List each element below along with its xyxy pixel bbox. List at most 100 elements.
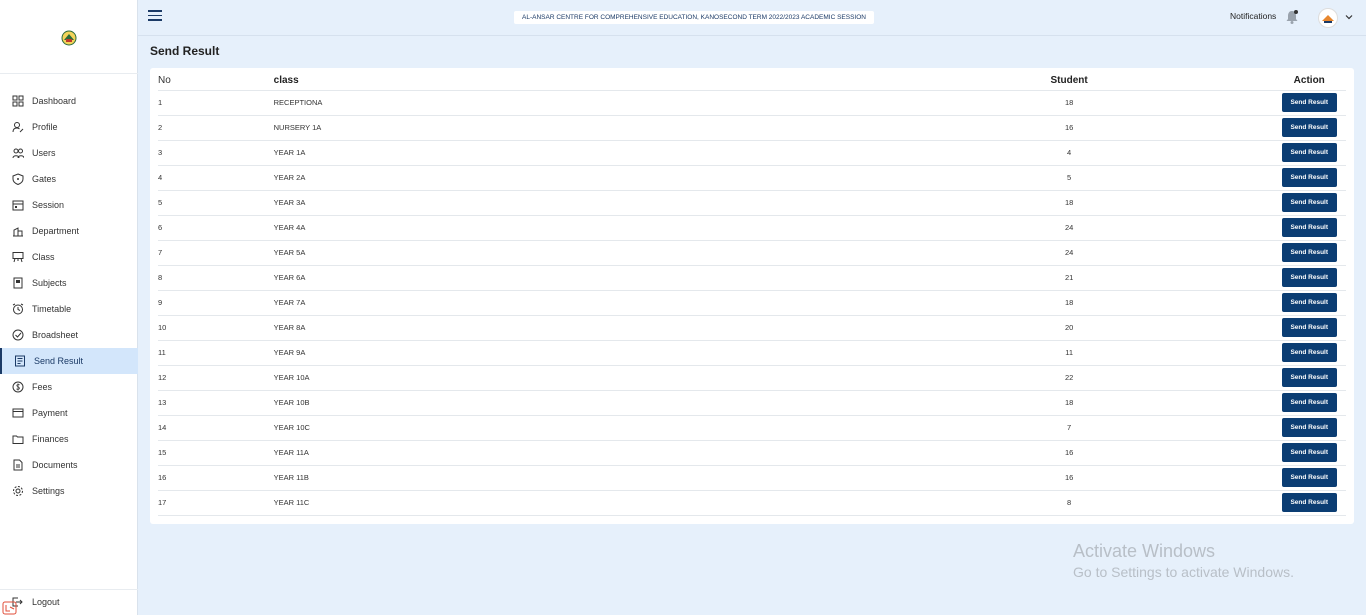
column-header-action: Action — [1281, 71, 1346, 91]
row-number: 11 — [158, 340, 274, 366]
sidebar-item-label: Dashboard — [32, 96, 77, 106]
logout-button[interactable]: Logout — [0, 595, 138, 609]
sidebar-item-fees[interactable]: Fees — [0, 374, 138, 400]
table-row: 1 RECEPTIONA 18 Send Result — [158, 90, 1346, 116]
sidebar-item-label: Timetable — [32, 304, 72, 314]
sidebar-item-subjects[interactable]: Subjects — [0, 270, 138, 296]
sidebar-item-label: Send Result — [34, 356, 84, 366]
row-action: Send Result — [1281, 265, 1346, 291]
bell-icon[interactable] — [1284, 9, 1300, 25]
send-result-button[interactable]: Send Result — [1281, 368, 1337, 387]
send-result-button[interactable]: Send Result — [1281, 143, 1337, 162]
notifications-label[interactable]: Notifications — [1230, 11, 1276, 21]
row-class: YEAR 3A — [273, 190, 857, 216]
row-class: YEAR 1A — [273, 140, 857, 166]
sidebar-item-dashboard[interactable]: Dashboard — [0, 88, 138, 114]
send-result-button[interactable]: Send Result — [1281, 118, 1337, 137]
watermark-line2: Go to Settings to activate Windows. — [1073, 564, 1294, 580]
row-number: 3 — [158, 140, 274, 166]
send-result-button[interactable]: Send Result — [1281, 418, 1337, 437]
row-number: 5 — [158, 190, 274, 216]
send-result-button[interactable]: Send Result — [1281, 243, 1337, 262]
table-row: 4 YEAR 2A 5 Send Result — [158, 165, 1346, 191]
row-number: 6 — [158, 215, 274, 241]
send-result-button[interactable]: Send Result — [1281, 218, 1337, 237]
sidebar-item-department[interactable]: Department — [0, 218, 138, 244]
row-class: NURSERY 1A — [273, 115, 857, 141]
send-result-button[interactable]: Send Result — [1281, 468, 1337, 487]
row-student-count: 18 — [856, 290, 1282, 316]
action-header-label: Action — [1293, 74, 1325, 86]
hamburger-menu-icon[interactable] — [148, 10, 162, 22]
send-result-button[interactable]: Send Result — [1281, 443, 1337, 462]
sidebar-item-payment[interactable]: Payment — [0, 400, 138, 426]
row-class: YEAR 2A — [273, 165, 857, 191]
row-action: Send Result — [1281, 365, 1346, 391]
sidebar-item-settings[interactable]: Settings — [0, 478, 138, 504]
row-class: YEAR 9A — [273, 340, 857, 366]
school-avatar-icon — [1322, 15, 1334, 23]
row-class: YEAR 4A — [273, 215, 857, 241]
send-result-button[interactable]: Send Result — [1281, 168, 1337, 187]
table-row: 7 YEAR 5A 24 Send Result — [158, 240, 1346, 266]
send-result-button[interactable]: Send Result — [1281, 393, 1337, 412]
row-student-count: 20 — [856, 315, 1282, 341]
row-student-count: 18 — [856, 190, 1282, 216]
sidebar-item-finances[interactable]: Finances — [0, 426, 138, 452]
chevron-down-icon[interactable] — [1344, 12, 1354, 22]
row-student-count: 8 — [856, 490, 1282, 516]
row-student-count: 5 — [856, 165, 1282, 191]
send-result-button[interactable]: Send Result — [1281, 343, 1337, 362]
sidebar-item-label: Profile — [32, 122, 58, 132]
row-student-count: 24 — [856, 215, 1282, 241]
send-result-button[interactable]: Send Result — [1281, 193, 1337, 212]
send-result-button[interactable]: Send Result — [1281, 493, 1337, 512]
row-class: YEAR 10C — [273, 415, 857, 441]
row-action: Send Result — [1281, 465, 1346, 491]
sidebar-item-send-result[interactable]: Send Result — [0, 348, 138, 374]
sidebar-item-profile[interactable]: Profile — [0, 114, 138, 140]
sidebar-item-class[interactable]: Class — [0, 244, 138, 270]
sidebar-item-gates[interactable]: Gates — [0, 166, 138, 192]
sidebar-item-timetable[interactable]: Timetable — [0, 296, 138, 322]
results-card: No class Student Action 1 RECEPTIONA 18 Sen… — [150, 68, 1354, 524]
sidebar-item-users[interactable]: Users — [0, 140, 138, 166]
row-class: YEAR 10A — [273, 365, 857, 391]
sidebar-item-label: Documents — [32, 460, 78, 470]
send-result-button[interactable]: Send Result — [1281, 268, 1337, 287]
sidebar-item-documents[interactable]: Documents — [0, 452, 138, 478]
avatar[interactable] — [1318, 8, 1338, 28]
sidebar-item-session[interactable]: Session — [0, 192, 138, 218]
row-class: YEAR 11A — [273, 440, 857, 466]
sidebar-item-broadsheet[interactable]: Broadsheet — [0, 322, 138, 348]
laravel-icon — [2, 601, 17, 615]
send-result-button[interactable]: Send Result — [1281, 318, 1337, 337]
row-number: 10 — [158, 315, 274, 341]
row-student-count: 22 — [856, 365, 1282, 391]
table-row: 3 YEAR 1A 4 Send Result — [158, 140, 1346, 166]
row-action: Send Result — [1281, 340, 1346, 366]
sidebar-item-label: Session — [32, 200, 65, 210]
watermark-line1: Activate Windows — [1073, 541, 1216, 561]
school-name: AL-ANSAR CENTRE FOR COMPREHENSIVE EDUCAT… — [522, 14, 720, 21]
row-number: 1 — [158, 90, 274, 116]
row-class: RECEPTIONA — [273, 90, 857, 116]
dashboard-icon — [11, 95, 24, 108]
row-action: Send Result — [1281, 190, 1346, 216]
school-logo-icon[interactable] — [61, 30, 77, 46]
send-result-button[interactable]: Send Result — [1281, 93, 1337, 112]
row-class: YEAR 11C — [273, 490, 857, 516]
calendar-icon — [11, 199, 24, 212]
book-icon — [11, 277, 24, 290]
row-action: Send Result — [1281, 390, 1346, 416]
logout-label: Logout — [32, 597, 60, 607]
send-result-button[interactable]: Send Result — [1281, 293, 1337, 312]
sidebar-item-label: Department — [32, 226, 80, 236]
row-student-count: 21 — [856, 265, 1282, 291]
sidebar-item-label: Fees — [32, 382, 53, 392]
sidebar-item-label: Finances — [32, 434, 69, 444]
table-row: 15 YEAR 11A 16 Send Result — [158, 440, 1346, 466]
row-action: Send Result — [1281, 240, 1346, 266]
row-number: 7 — [158, 240, 274, 266]
row-number: 9 — [158, 290, 274, 316]
